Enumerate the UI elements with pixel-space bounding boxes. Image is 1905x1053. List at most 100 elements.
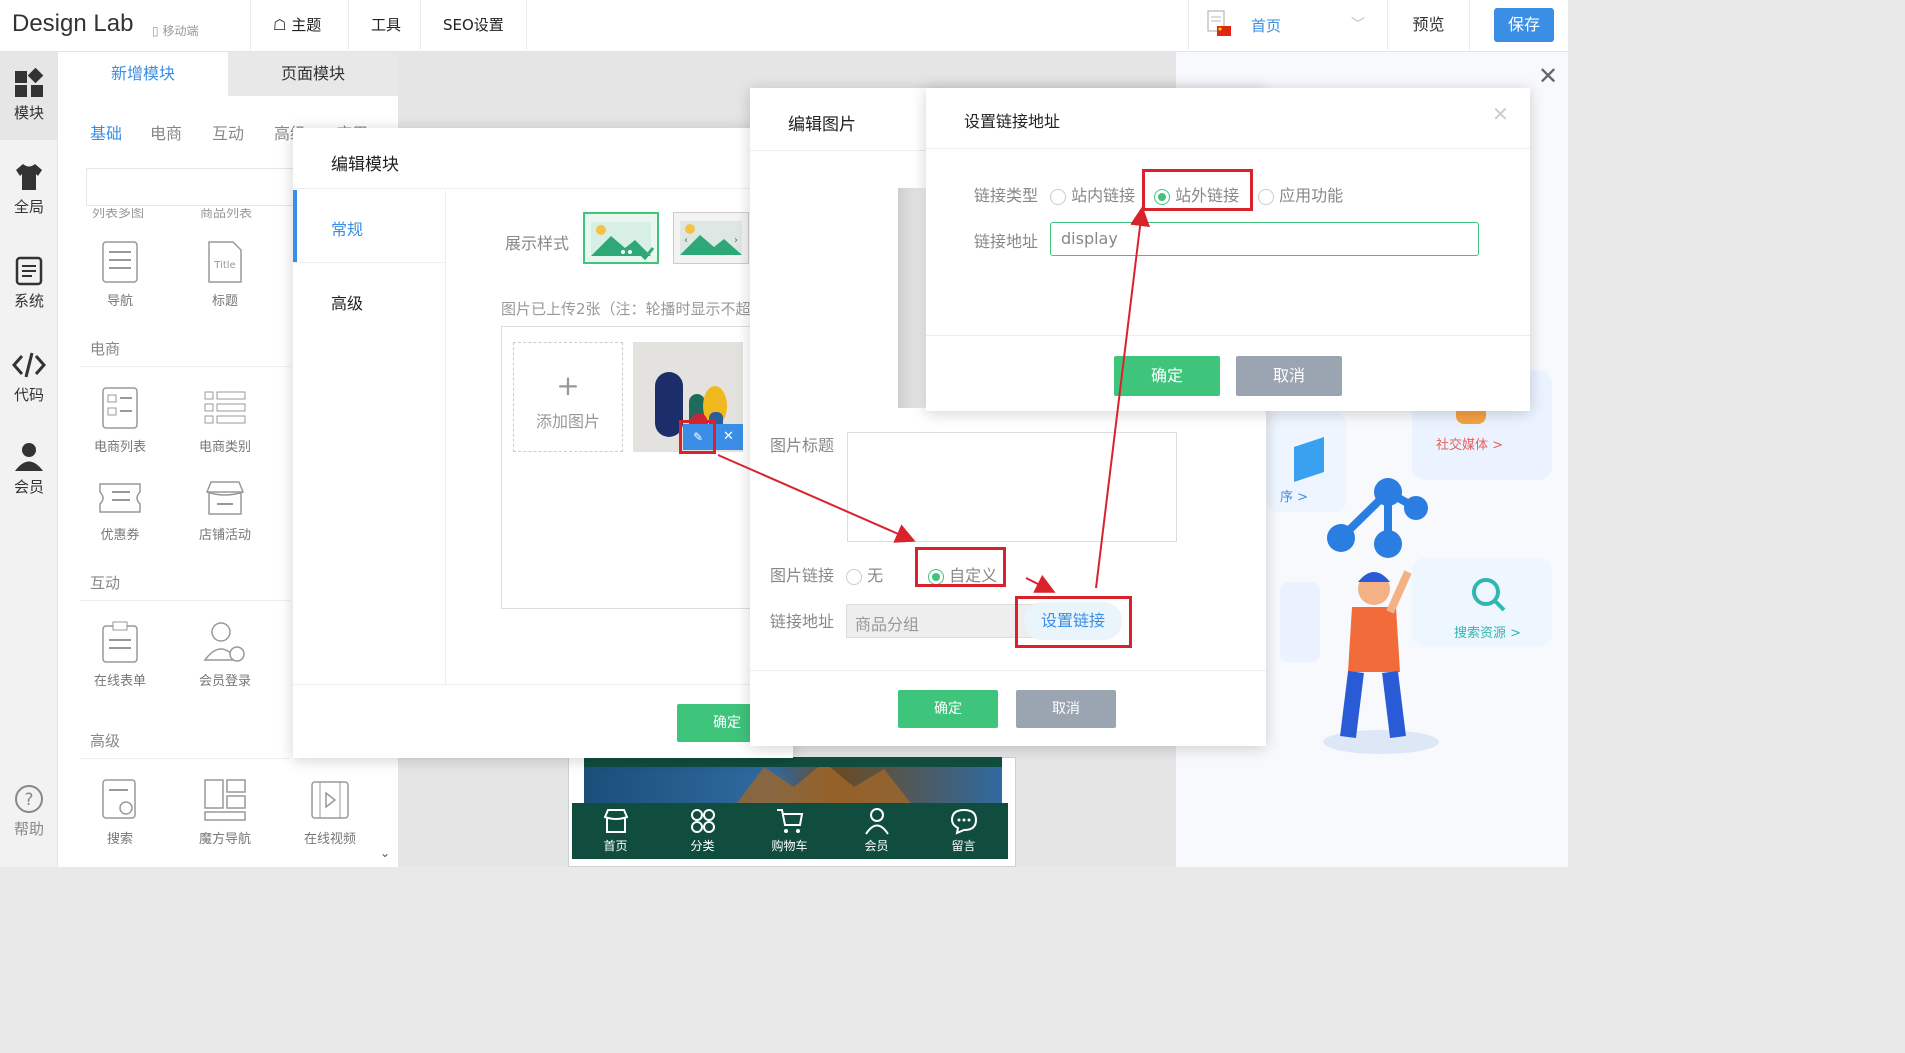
scroll-down-icon[interactable]: ⌄ [380, 846, 390, 860]
module-shop-activity[interactable]: 店铺活动 [175, 478, 275, 543]
divider [293, 684, 793, 685]
module-coupon[interactable]: 优惠券 [70, 478, 170, 543]
ecom-list-icon [102, 387, 138, 429]
subtab-ecom[interactable]: 电商 [150, 120, 182, 144]
cut-row: 列表多图 商品列表 [80, 208, 290, 222]
phone-nav-message[interactable]: 留言 [920, 807, 1007, 854]
module-title[interactable]: Title 标题 [175, 240, 275, 309]
phone-nav-cart[interactable]: 购物车 [746, 807, 833, 854]
style-option-2[interactable]: ‹ › [673, 212, 749, 264]
svg-text:?: ? [24, 790, 33, 810]
rail-module[interactable]: 模块 [0, 52, 58, 140]
tab-page-module[interactable]: 页面模块 [228, 52, 398, 96]
tab-general[interactable]: 常规 [293, 190, 446, 262]
shirt-icon [16, 164, 42, 190]
chevron-down-icon: ﹀ [1351, 17, 1365, 33]
carousel-style-icon: ‹ › [680, 221, 742, 255]
module-ecom-list[interactable]: 电商列表 [70, 386, 170, 455]
rail-system[interactable]: 系统 [0, 256, 58, 311]
rail-member[interactable]: 会员 [0, 442, 58, 497]
brand-logo: Design Lab [12, 10, 134, 37]
module-label: 列表多图 [92, 208, 145, 221]
module-nav[interactable]: 导航 [70, 240, 170, 309]
radio-icon [1258, 188, 1274, 205]
chat-icon [950, 808, 977, 835]
divider [80, 758, 290, 759]
user-icon [864, 808, 889, 835]
phone-bottom-nav: 首页 分类 购物车 会员 留言 [572, 803, 1008, 859]
grid-icon [690, 809, 715, 833]
cube-nav-icon [204, 779, 246, 821]
promo-social[interactable]: 社交媒体 > [1436, 434, 1503, 453]
dialog-title: 设置链接地址 [964, 112, 1061, 131]
module-online-form[interactable]: 在线表单 [70, 620, 170, 689]
top-bar: Design Lab ▯ 移动端 ☖ 主题 工具 SEO设置 首页 ﹀ 预览 保… [0, 0, 1568, 52]
subtab-basic[interactable]: 基础 [90, 120, 122, 144]
shop-activity-icon [206, 481, 244, 515]
page-flag-icon [1207, 10, 1231, 36]
module-cube-nav[interactable]: 魔方导航 [175, 778, 275, 847]
edit-image-ok-button[interactable]: 确定 [898, 690, 998, 728]
mobile-toggle[interactable]: ▯ 移动端 [152, 22, 198, 39]
module-ecom-category[interactable]: 电商类别 [175, 386, 275, 455]
module-search[interactable]: 搜索 [70, 778, 170, 847]
module-search-input[interactable] [86, 168, 296, 206]
coupon-icon [99, 483, 141, 513]
close-icon[interactable]: ✕ [1492, 102, 1509, 126]
store-icon [603, 809, 628, 833]
subtab-interact[interactable]: 互动 [212, 120, 244, 144]
tab-new-module[interactable]: 新增模块 [58, 52, 228, 96]
search-module-icon [102, 779, 136, 819]
nav-seo[interactable]: SEO设置 [420, 0, 527, 52]
link-address-input[interactable]: display [1050, 222, 1479, 256]
rail-help[interactable]: ? 帮助 [0, 784, 58, 839]
link-type-internal[interactable]: 站内链接 [1050, 182, 1135, 206]
phone-nav-category[interactable]: 分类 [659, 807, 746, 854]
title-module-icon: Title [208, 241, 242, 283]
set-link-dialog: 设置链接地址 ✕ 链接类型 站内链接 站外链接 应用功能 链接地址 displa… [926, 88, 1530, 411]
image-link-label: 图片链接 [770, 566, 835, 585]
style-option-1[interactable] [583, 212, 659, 264]
rail-code[interactable]: 代码 [0, 350, 58, 405]
phone-nav-member[interactable]: 会员 [833, 807, 920, 854]
divider [750, 670, 1266, 671]
module-online-video[interactable]: 在线视频 [280, 778, 380, 847]
preview-button[interactable]: 预览 [1388, 0, 1470, 52]
nav-theme[interactable]: ☖ 主题 [250, 0, 343, 52]
promo-mini[interactable]: 序 > [1280, 486, 1308, 505]
svg-text:›: › [734, 235, 738, 246]
section-interact: 互动 [90, 574, 121, 592]
image-title-label: 图片标题 [770, 436, 835, 455]
highlight-edit-icon [679, 420, 716, 454]
divider [926, 335, 1530, 336]
banner-image [584, 757, 1002, 807]
delete-image-icon[interactable]: ✕ [713, 424, 743, 450]
rail-global[interactable]: 全局 [0, 162, 58, 217]
edit-module-dialog: 编辑模块 常规 高级 展示样式 ‹ › 图片已上传2张（注：轮播时显示不超 + 添… [293, 128, 793, 758]
promo-search[interactable]: 搜索资源 > [1454, 622, 1521, 641]
tab-advanced[interactable]: 高级 [331, 290, 363, 314]
link-option-none[interactable]: 无 [846, 562, 883, 586]
svg-text:‹: ‹ [684, 235, 688, 246]
edit-image-cancel-button[interactable]: 取消 [1016, 690, 1116, 728]
save-button[interactable]: 保存 [1494, 8, 1554, 42]
code-icon [12, 352, 46, 378]
section-ecom: 电商 [90, 340, 121, 358]
image-title-input[interactable] [847, 432, 1177, 542]
link-type-label: 链接类型 [974, 186, 1039, 205]
set-link-ok-button[interactable]: 确定 [1114, 356, 1220, 396]
phone-nav-home[interactable]: 首页 [572, 807, 659, 854]
nav-tools[interactable]: 工具 [348, 0, 423, 52]
page-select[interactable]: 首页 ﹀ [1188, 0, 1388, 52]
add-image-button[interactable]: + 添加图片 [513, 342, 623, 452]
link-type-app[interactable]: 应用功能 [1258, 182, 1343, 206]
module-member-login[interactable]: 会员登录 [175, 620, 275, 689]
nav-module-icon [102, 241, 138, 283]
plus-icon: + [556, 369, 580, 402]
image-preview [898, 188, 928, 408]
shirt-icon: ☖ [273, 16, 287, 34]
highlight-set-link [1015, 596, 1132, 648]
close-icon[interactable]: ✕ [1538, 62, 1558, 90]
set-link-cancel-button[interactable]: 取消 [1236, 356, 1342, 396]
module-icon [15, 68, 44, 97]
